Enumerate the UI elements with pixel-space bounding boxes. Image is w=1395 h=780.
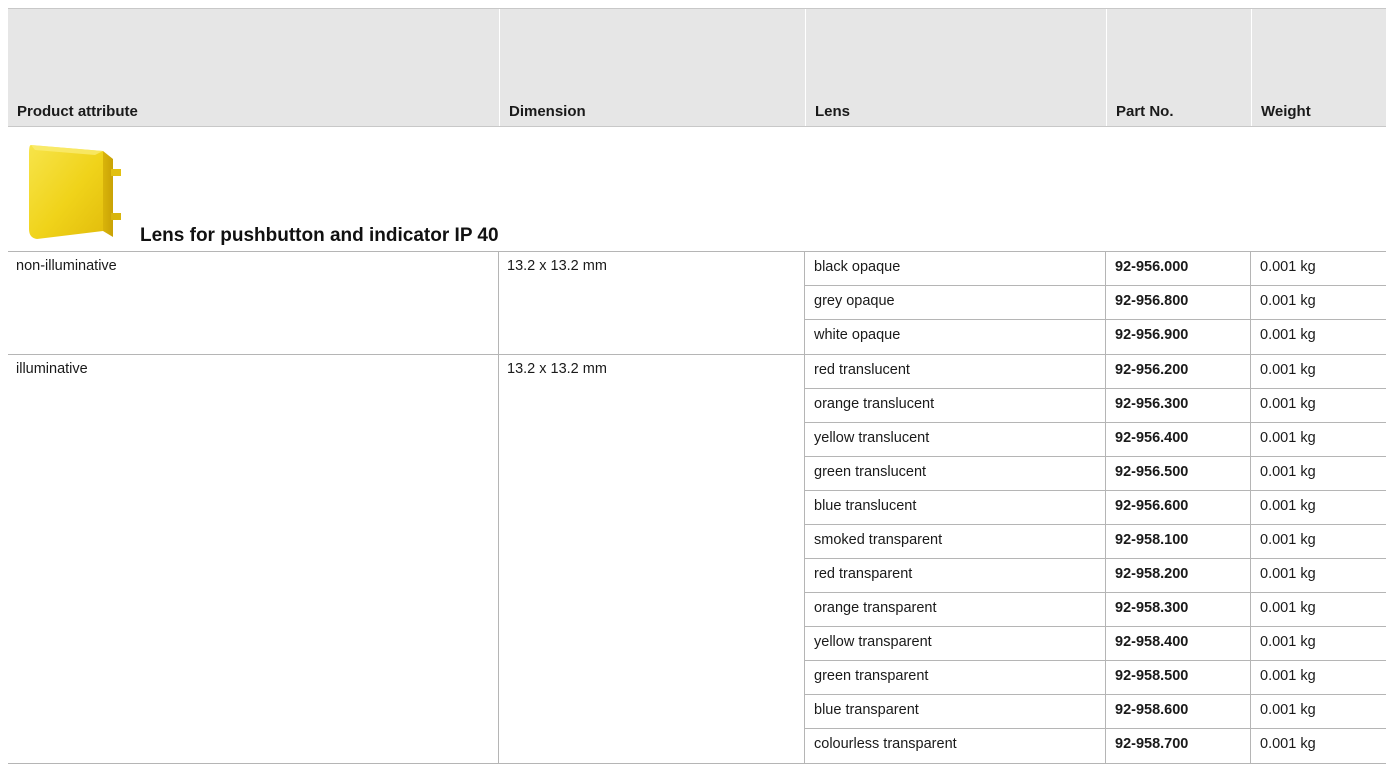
part-no-cell: 92-956.400: [1106, 423, 1251, 456]
weight-cell: 0.001 kg: [1260, 430, 1316, 446]
lens-cell: blue transparent: [805, 695, 1106, 728]
lens-cell: red transparent: [805, 559, 1106, 592]
lens-cell: green translucent: [805, 457, 1106, 490]
table-row: red transparent 92-958.200 0.001 kg: [805, 559, 1386, 593]
attribute-cell: illuminative: [8, 355, 499, 763]
lens-cell: colourless transparent: [805, 729, 1106, 763]
part-no-cell: 92-956.200: [1106, 355, 1251, 388]
part-no-cell: 92-958.300: [1106, 593, 1251, 626]
table-row: smoked transparent 92-958.100 0.001 kg: [805, 525, 1386, 559]
weight-cell: 0.001 kg: [1260, 259, 1316, 275]
part-no-cell: 92-958.700: [1106, 729, 1251, 763]
weight-cell: 0.001 kg: [1260, 362, 1316, 378]
header-weight: Weight: [1251, 9, 1386, 126]
table-row: orange transparent 92-958.300 0.001 kg: [805, 593, 1386, 627]
table-row: grey opaque 92-956.800 0.001 kg: [805, 286, 1386, 320]
header-product-attribute: Product attribute: [17, 103, 138, 120]
lens-cell: blue translucent: [805, 491, 1106, 524]
product-table: Product attribute Dimension Lens Part No…: [8, 8, 1386, 764]
header-lens: Lens: [805, 9, 1106, 126]
weight-cell: 0.001 kg: [1260, 498, 1316, 514]
dimension-cell: 13.2 x 13.2 mm: [499, 252, 805, 354]
product-title: Lens for pushbutton and indicator IP 40: [140, 225, 499, 246]
lens-rows: red translucent 92-956.200 0.001 kg orange …: [805, 355, 1386, 763]
dimension-cell: 13.2 x 13.2 mm: [499, 355, 805, 763]
part-no-cell: 92-956.300: [1106, 389, 1251, 422]
lens-rows: black opaque 92-956.000 0.001 kg grey opaqu…: [805, 252, 1386, 354]
lens-cell: orange transparent: [805, 593, 1106, 626]
weight-cell: 0.001 kg: [1260, 327, 1316, 343]
part-no-cell: 92-956.000: [1106, 252, 1251, 285]
table-row: yellow transparent 92-958.400 0.001 kg: [805, 627, 1386, 661]
lens-cell: green transparent: [805, 661, 1106, 694]
part-no-cell: 92-958.600: [1106, 695, 1251, 728]
yellow-lens-icon: [29, 145, 121, 239]
table-row: colourless transparent 92-958.700 0.001 kg: [805, 729, 1386, 763]
header-part-no: Part No.: [1106, 9, 1251, 126]
weight-cell: 0.001 kg: [1260, 634, 1316, 650]
table-header: Product attribute Dimension Lens Part No…: [8, 8, 1386, 127]
lens-cell: black opaque: [805, 252, 1106, 285]
part-no-cell: 92-958.100: [1106, 525, 1251, 558]
lens-cell: smoked transparent: [805, 525, 1106, 558]
part-no-cell: 92-956.500: [1106, 457, 1251, 490]
weight-cell: 0.001 kg: [1260, 668, 1316, 684]
part-no-cell: 92-956.900: [1106, 320, 1251, 354]
part-no-cell: 92-958.200: [1106, 559, 1251, 592]
weight-cell: 0.001 kg: [1260, 396, 1316, 412]
row-group: illuminative 13.2 x 13.2 mm red translucen…: [8, 355, 1386, 764]
part-no-cell: 92-956.600: [1106, 491, 1251, 524]
weight-cell: 0.001 kg: [1260, 532, 1316, 548]
lens-cell: yellow translucent: [805, 423, 1106, 456]
row-group: non-illuminative 13.2 x 13.2 mm black opaq…: [8, 252, 1386, 355]
table-row: blue translucent 92-956.600 0.001 kg: [805, 491, 1386, 525]
table-row: blue transparent 92-958.600 0.001 kg: [805, 695, 1386, 729]
table-row: green transparent 92-958.500 0.001 kg: [805, 661, 1386, 695]
lens-cell: red translucent: [805, 355, 1106, 388]
lens-cell: white opaque: [805, 320, 1106, 354]
part-no-cell: 92-958.500: [1106, 661, 1251, 694]
table-row: green translucent 92-956.500 0.001 kg: [805, 457, 1386, 491]
attribute-cell: non-illuminative: [8, 252, 499, 354]
part-no-cell: 92-958.400: [1106, 627, 1251, 660]
lens-cell: grey opaque: [805, 286, 1106, 319]
part-no-cell: 92-956.800: [1106, 286, 1251, 319]
weight-cell: 0.001 kg: [1260, 702, 1316, 718]
table-body: non-illuminative 13.2 x 13.2 mm black opaq…: [8, 252, 1386, 764]
table-row: white opaque 92-956.900 0.001 kg: [805, 320, 1386, 354]
weight-cell: 0.001 kg: [1260, 600, 1316, 616]
table-row: black opaque 92-956.000 0.001 kg: [805, 252, 1386, 286]
weight-cell: 0.001 kg: [1260, 566, 1316, 582]
weight-cell: 0.001 kg: [1260, 736, 1316, 752]
header-dimension: Dimension: [499, 9, 805, 126]
weight-cell: 0.001 kg: [1260, 293, 1316, 309]
product-section: Lens for pushbutton and indicator IP 40: [8, 127, 1386, 252]
table-row: red translucent 92-956.200 0.001 kg: [805, 355, 1386, 389]
table-row: orange translucent 92-956.300 0.001 kg: [805, 389, 1386, 423]
lens-cell: orange translucent: [805, 389, 1106, 422]
lens-cell: yellow transparent: [805, 627, 1106, 660]
table-row: yellow translucent 92-956.400 0.001 kg: [805, 423, 1386, 457]
weight-cell: 0.001 kg: [1260, 464, 1316, 480]
